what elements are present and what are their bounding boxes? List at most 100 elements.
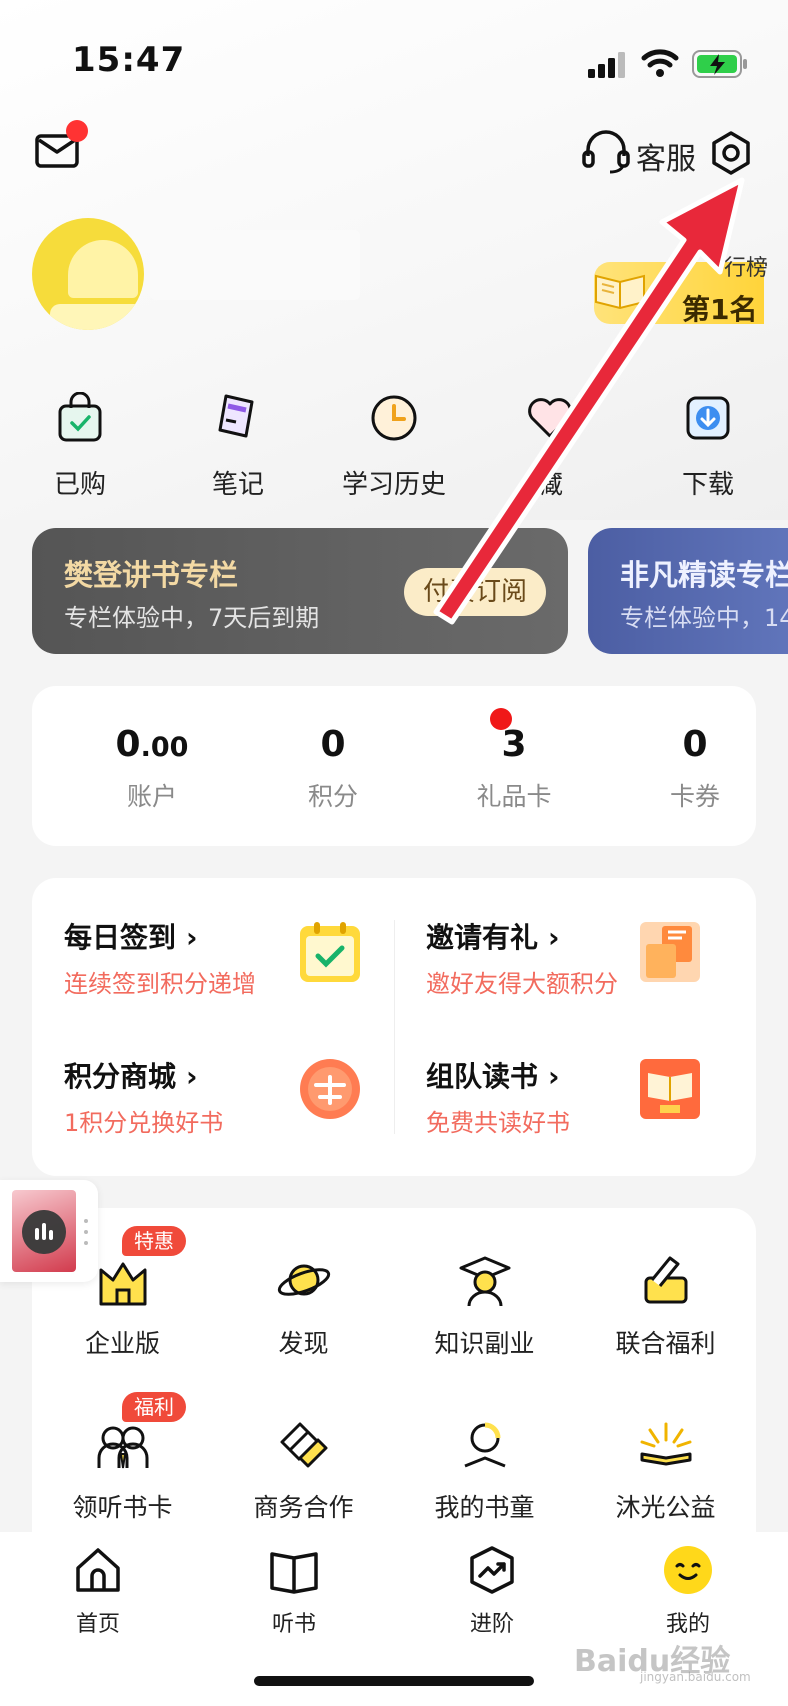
column-card-feifan[interactable]: 非凡精读专栏 专栏体验中，14 — [588, 528, 788, 654]
quick-notes[interactable]: 笔记 — [178, 392, 298, 501]
heart-icon — [528, 398, 572, 438]
chevron-right-icon: › — [548, 921, 560, 954]
task-title: 邀请有礼 — [426, 921, 539, 954]
grid-item-label: 我的书童 — [434, 1493, 535, 1522]
task-title: 每日签到 — [64, 921, 177, 954]
tab-listen[interactable]: 听书 — [234, 1544, 354, 1638]
grid-item-listening-card[interactable]: 领听书卡 — [32, 1414, 213, 1524]
stat-points[interactable]: 0 积分 — [243, 724, 423, 813]
headset-icon[interactable] — [580, 130, 632, 174]
grid-item-muguang-charity[interactable]: 沐光公益 — [575, 1414, 756, 1524]
quick-purchased-label: 已购 — [53, 470, 106, 500]
quick-history[interactable]: 学习历史 — [334, 392, 454, 501]
column-subtitle: 专栏体验中，14 — [620, 604, 788, 632]
grid-item-label: 企业版 — [84, 1329, 160, 1358]
avatar[interactable] — [32, 218, 144, 330]
services-grid-card: 企业版 特惠 发现 知识副业 联合福利 领听书卡 福利 商务合作 我的书童 沐光… — [32, 1208, 756, 1564]
invite-gift-icon — [640, 922, 700, 982]
paid-subscribe-button[interactable]: 付费订阅 — [404, 568, 546, 616]
home-icon — [76, 1548, 120, 1592]
column-title: 樊登讲书专栏 — [64, 558, 239, 592]
tab-mine-label: 我的 — [665, 1612, 710, 1637]
tab-mine[interactable]: 我的 — [628, 1544, 748, 1638]
battery-charging-icon — [692, 50, 747, 78]
stat-coupons-value: 0 — [682, 724, 708, 765]
download-icon — [686, 396, 730, 440]
mail-unread-dot — [66, 120, 88, 142]
stat-gift-card-label: 礼品卡 — [476, 782, 552, 811]
column-card-fandeng[interactable]: 樊登讲书专栏 专栏体验中，7天后到期 付费订阅 — [32, 528, 568, 654]
task-subtitle: 邀好友得大额积分 — [426, 970, 618, 998]
grid-item-discover[interactable]: 发现 — [213, 1250, 394, 1360]
tab-listen-label: 听书 — [271, 1612, 316, 1637]
quick-purchased[interactable]: 已购 — [20, 392, 140, 501]
graduate-icon — [459, 1256, 510, 1307]
quick-favorites[interactable]: 藏 — [490, 392, 610, 501]
tab-advance[interactable]: 进阶 — [432, 1544, 552, 1638]
stat-points-label: 积分 — [307, 782, 358, 811]
gift-card-unread-dot — [490, 708, 512, 730]
grid-item-business-cooperation[interactable]: 商务合作 — [213, 1414, 394, 1524]
mall-coin-icon — [300, 1059, 360, 1119]
wifi-icon — [641, 49, 679, 77]
quick-history-label: 学习历史 — [341, 470, 446, 500]
grid-item-label: 知识副业 — [434, 1329, 535, 1358]
grid-item-label: 沐光公益 — [615, 1493, 716, 1522]
stat-account-value: 0 — [115, 724, 141, 765]
username-redacted — [150, 230, 360, 300]
grid-item-my-book-boy[interactable]: 我的书童 — [394, 1414, 575, 1524]
handshake-icon — [280, 1422, 327, 1468]
column-title: 非凡精读专栏 — [620, 558, 788, 592]
team-book-icon — [640, 1059, 700, 1119]
quick-favorites-label: 藏 — [536, 470, 563, 500]
rank-list-label: 行榜 — [724, 256, 769, 281]
task-points-mall[interactable]: 积分商城 › 1积分兑换好书 — [32, 1027, 394, 1176]
chevron-right-icon: › — [186, 1060, 198, 1093]
quick-download[interactable]: 下载 — [648, 392, 768, 501]
grid-item-label: 联合福利 — [615, 1329, 716, 1358]
watermark-url: jingyan.baidu.com — [640, 1670, 751, 1684]
shopping-bag-icon — [58, 392, 102, 442]
smile-icon — [664, 1546, 712, 1594]
task-invite-gift[interactable]: 邀请有礼 › 邀好友得大额积分 — [394, 878, 756, 1027]
tag-benefit: 福利 — [122, 1392, 186, 1422]
stat-gift-card-value: 3 — [501, 724, 527, 765]
chevron-right-icon: › — [548, 1060, 560, 1093]
grid-item-label: 商务合作 — [253, 1493, 354, 1522]
task-subtitle: 1积分兑换好书 — [64, 1109, 224, 1137]
stat-points-value: 0 — [320, 724, 346, 765]
gift-pen-icon — [644, 1256, 687, 1304]
task-subtitle: 连续签到积分递增 — [64, 970, 256, 998]
quick-notes-label: 笔记 — [211, 470, 264, 500]
tab-home[interactable]: 首页 — [38, 1544, 158, 1638]
stat-account[interactable]: 0.00 账户 — [62, 724, 242, 813]
floating-audio-player[interactable] — [0, 1180, 98, 1282]
audio-bars-icon[interactable] — [22, 1210, 66, 1254]
customer-service-label[interactable]: 客服 — [636, 134, 696, 178]
cellular-signal-icon — [588, 52, 625, 78]
stat-account-label: 账户 — [126, 782, 177, 811]
stat-account-decimal: .00 — [140, 732, 189, 763]
grid-item-knowledge-sideline[interactable]: 知识副业 — [394, 1250, 575, 1360]
task-title: 积分商城 — [64, 1060, 177, 1093]
stat-gift-card[interactable]: 3 礼品卡 — [424, 724, 604, 813]
trend-icon — [470, 1546, 514, 1594]
rank-position: 第1名 — [682, 293, 758, 326]
home-indicator — [254, 1676, 534, 1686]
settings-gear-icon[interactable] — [708, 130, 754, 176]
planet-icon — [277, 1264, 330, 1296]
drag-handle-icon[interactable] — [84, 1218, 88, 1246]
book-boy-icon — [463, 1422, 506, 1468]
grid-item-joint-benefits[interactable]: 联合福利 — [575, 1250, 756, 1360]
column-subtitle: 专栏体验中，7天后到期 — [64, 604, 320, 632]
task-title: 组队读书 — [426, 1060, 539, 1093]
card-people-icon — [97, 1426, 148, 1469]
book-trophy-icon — [595, 274, 645, 310]
tasks-card: 每日签到 › 连续签到积分递增 邀请有礼 › 邀好友得大额积分 积分商城 › 1积分兑… — [32, 878, 756, 1176]
task-daily-checkin[interactable]: 每日签到 › 连续签到积分递增 — [32, 878, 394, 1027]
grid-item-label: 发现 — [278, 1329, 329, 1358]
status-time: 15:47 — [72, 40, 186, 80]
stat-coupons[interactable]: 0 卡券 — [605, 724, 785, 813]
quick-download-label: 下载 — [681, 470, 734, 500]
task-team-reading[interactable]: 组队读书 › 免费共读好书 — [394, 1027, 756, 1176]
